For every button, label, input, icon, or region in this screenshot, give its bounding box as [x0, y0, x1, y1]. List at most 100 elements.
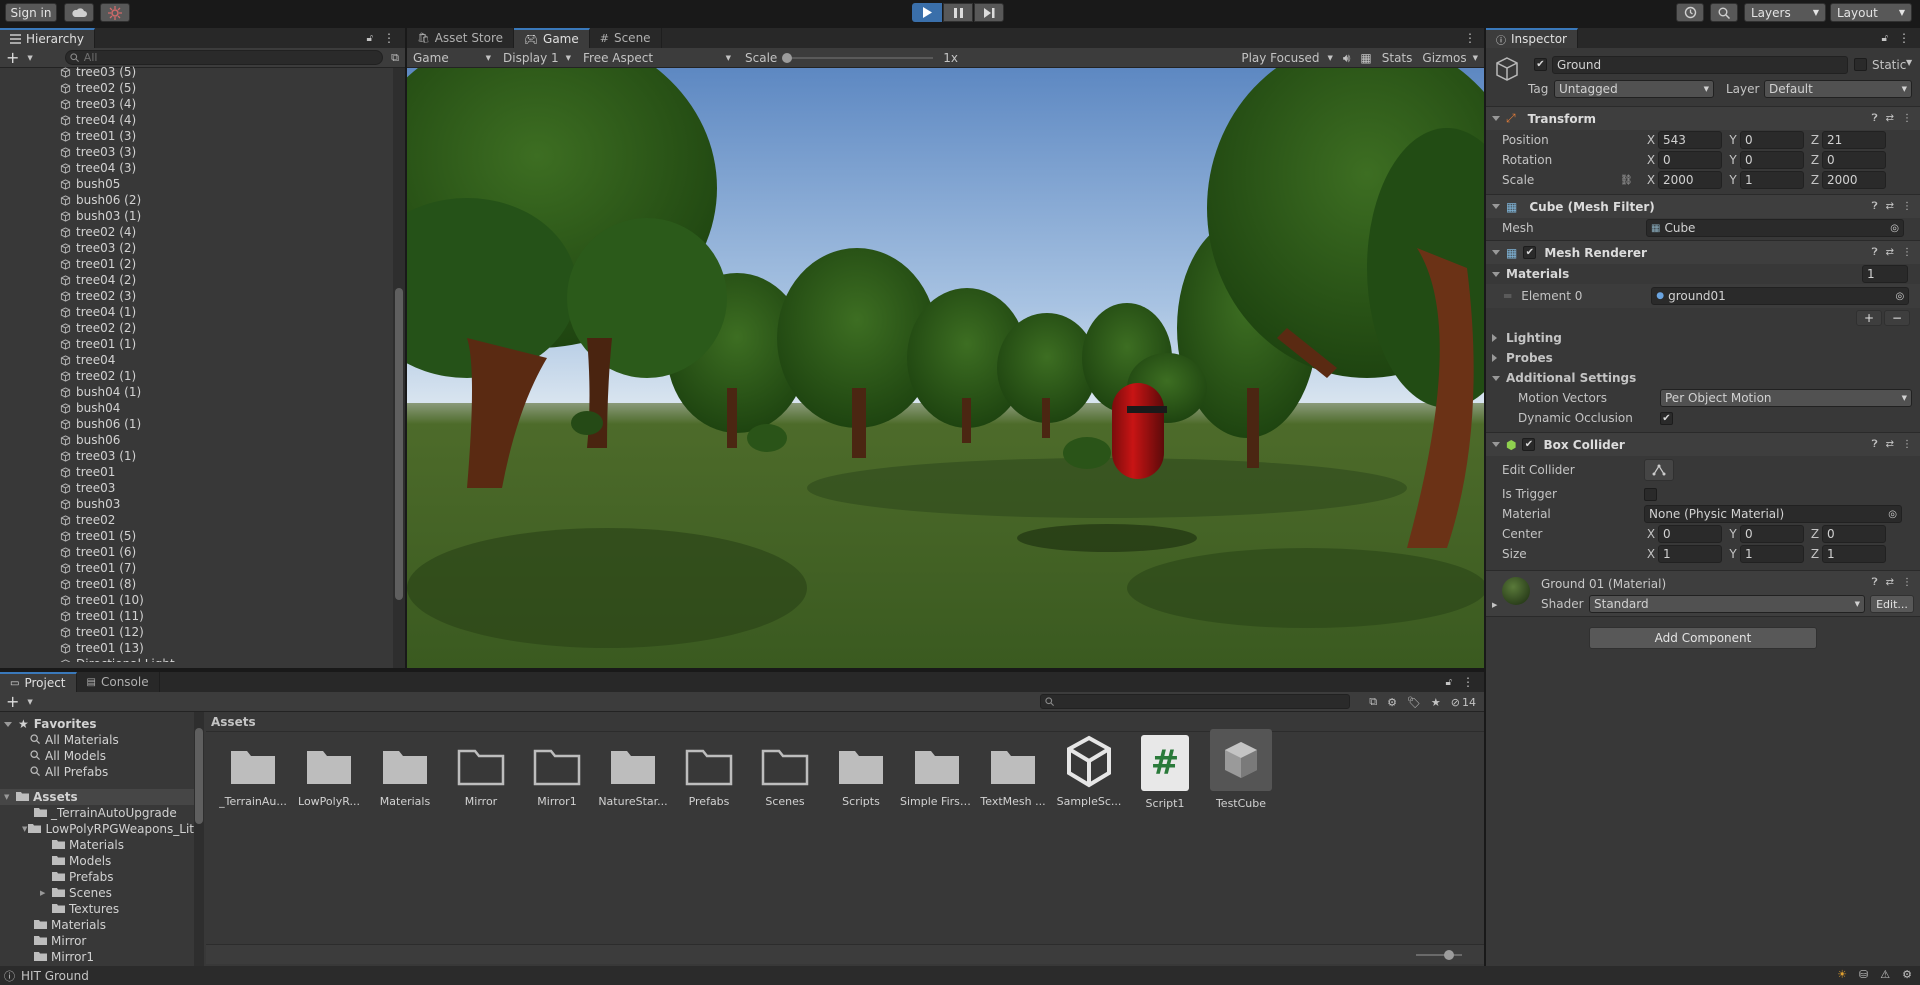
stats-grid-icon[interactable]: ▦: [1360, 51, 1371, 65]
expand-icon[interactable]: ▶: [40, 889, 52, 897]
additional-settings-foldout[interactable]: Additional Settings: [1486, 368, 1920, 388]
scroll-thumb[interactable]: [395, 288, 403, 600]
tab-game[interactable]: 🎮︎ Game: [514, 28, 590, 48]
favorite-item[interactable]: All Prefabs: [0, 764, 194, 780]
hierarchy-item[interactable]: Directional Light: [0, 656, 392, 662]
hierarchy-item[interactable]: tree02 (2): [0, 320, 392, 336]
gizmos-dropdown[interactable]: Gizmos ▼: [1422, 51, 1478, 65]
drag-handle-icon[interactable]: ═: [1504, 289, 1511, 303]
more-menu-icon[interactable]: ⋮: [1898, 31, 1910, 45]
folder-tree-item[interactable]: Materials: [0, 837, 194, 853]
more-menu-icon[interactable]: ⋮: [1462, 675, 1474, 689]
asset-item[interactable]: Scripts: [824, 745, 898, 808]
hierarchy-item[interactable]: tree01 (6): [0, 544, 392, 560]
active-checkbox[interactable]: ✔: [1534, 58, 1547, 71]
hierarchy-item[interactable]: tree03 (4): [0, 96, 392, 112]
hierarchy-item[interactable]: tree03 (3): [0, 144, 392, 160]
asset-item[interactable]: TestCube: [1204, 729, 1278, 810]
more-menu-icon[interactable]: ⋮: [383, 31, 395, 45]
object-picker-icon[interactable]: ◎: [1896, 291, 1905, 302]
component-actions[interactable]: ❓︎ ⇄ ⋮: [1872, 439, 1912, 450]
help-icon[interactable]: ❓︎: [1872, 247, 1878, 258]
hierarchy-item[interactable]: tree04 (1): [0, 304, 392, 320]
rotation-z-field[interactable]: 0: [1822, 151, 1886, 169]
hierarchy-item[interactable]: bush04 (1): [0, 384, 392, 400]
box-collider-header[interactable]: ⬢ ✔ Box Collider ❓︎ ⇄ ⋮: [1486, 432, 1920, 456]
display-dropdown[interactable]: Display 1 ▼: [497, 51, 577, 65]
lock-icon[interactable]: 🔓︎: [1882, 33, 1888, 44]
layer-dropdown[interactable]: Default ▼: [1764, 80, 1912, 98]
materials-row[interactable]: Materials 1: [1486, 264, 1920, 284]
view-mode-dropdown[interactable]: Game ▼: [407, 51, 497, 65]
hierarchy-item[interactable]: tree01 (3): [0, 128, 392, 144]
presets-icon[interactable]: ⇄: [1886, 247, 1894, 258]
chevron-down-icon[interactable]: ▼: [27, 54, 32, 62]
progress-icon[interactable]: ☀︎: [1837, 968, 1847, 981]
asset-item[interactable]: Simple First...: [900, 745, 974, 808]
size-z-field[interactable]: 1: [1822, 545, 1886, 563]
sign-in-button[interactable]: Sign in: [5, 3, 57, 22]
play-focused-dropdown[interactable]: Play Focused ▼: [1241, 51, 1333, 65]
shader-dropdown[interactable]: Standard ▼: [1589, 595, 1865, 613]
static-checkbox[interactable]: [1854, 58, 1867, 71]
collab-icon[interactable]: [100, 3, 130, 22]
history-icon[interactable]: [1676, 3, 1704, 22]
hierarchy-item[interactable]: tree01 (5): [0, 528, 392, 544]
add-component-button[interactable]: Add Component: [1589, 627, 1817, 649]
component-actions[interactable]: ❓︎ ⇄ ⋮: [1872, 577, 1912, 588]
filter-icon[interactable]: ⧉: [391, 51, 399, 65]
folder-tree-item[interactable]: Mirror1: [0, 949, 194, 965]
position-x-field[interactable]: 543: [1658, 131, 1722, 149]
lock-icon[interactable]: 🔓︎: [1446, 677, 1452, 688]
folder-tree-item[interactable]: _TerrainAutoUpgrade: [0, 805, 194, 821]
pause-button[interactable]: [943, 3, 973, 22]
more-menu-icon[interactable]: ⋮: [1902, 113, 1912, 124]
rotation-y-field[interactable]: 0: [1740, 151, 1804, 169]
help-icon[interactable]: ❓︎: [1872, 201, 1878, 212]
component-actions[interactable]: ❓︎ ⇄ ⋮: [1872, 113, 1912, 124]
icon-size-slider[interactable]: [1416, 950, 1462, 960]
asset-item[interactable]: Prefabs: [672, 745, 746, 808]
tab-scene[interactable]: # Scene: [589, 28, 662, 48]
motion-vectors-dropdown[interactable]: Per Object Motion ▼: [1660, 389, 1912, 407]
hierarchy-item[interactable]: tree01 (12): [0, 624, 392, 640]
layout-dropdown[interactable]: Layout ▼: [1830, 3, 1912, 22]
hierarchy-item[interactable]: tree02 (4): [0, 224, 392, 240]
folder-tree-item[interactable]: Mirror: [0, 933, 194, 949]
filter-type-icon[interactable]: ⚙︎: [1387, 696, 1397, 709]
cloud-icon[interactable]: [64, 3, 94, 22]
network-icon[interactable]: ⛁: [1859, 968, 1868, 981]
position-y-field[interactable]: 0: [1740, 131, 1804, 149]
folder-tree-item[interactable]: ▼ LowPolyRPGWeapons_Lit: [0, 821, 194, 837]
search-icon[interactable]: [1710, 3, 1738, 22]
element-field[interactable]: ● ground01 ◎: [1651, 287, 1910, 305]
play-button[interactable]: [912, 3, 942, 22]
debug-icon[interactable]: ⚠︎: [1880, 968, 1890, 981]
size-x-field[interactable]: 1: [1658, 545, 1722, 563]
presets-icon[interactable]: ⇄: [1886, 439, 1894, 450]
status-message[interactable]: HIT Ground: [21, 969, 89, 983]
probes-foldout[interactable]: Probes: [1486, 348, 1920, 368]
folder-tree-scrollbar[interactable]: [194, 712, 204, 966]
more-menu-icon[interactable]: ⋮: [1902, 439, 1912, 450]
hierarchy-item[interactable]: tree02 (5): [0, 80, 392, 96]
hierarchy-scrollbar[interactable]: [393, 68, 405, 668]
asset-item[interactable]: # Script1: [1128, 735, 1202, 810]
favorites-header[interactable]: ★ Favorites: [0, 716, 194, 732]
add-icon[interactable]: +: [6, 692, 19, 711]
box-collider-enabled-checkbox[interactable]: ✔: [1522, 438, 1536, 451]
hierarchy-item[interactable]: tree01 (2): [0, 256, 392, 272]
favorite-item[interactable]: All Materials: [0, 732, 194, 748]
rotation-x-field[interactable]: 0: [1658, 151, 1722, 169]
hierarchy-item[interactable]: tree02: [0, 512, 392, 528]
search-by-type-icon[interactable]: ⧉: [1369, 695, 1377, 709]
add-element-button[interactable]: +: [1856, 310, 1882, 326]
chevron-down-icon[interactable]: ▼: [27, 698, 32, 706]
hierarchy-item[interactable]: tree04 (3): [0, 160, 392, 176]
help-icon[interactable]: ❓︎: [1872, 113, 1878, 124]
asset-item[interactable]: Materials: [368, 745, 442, 808]
hierarchy-item[interactable]: bush06: [0, 432, 392, 448]
hierarchy-item[interactable]: tree03 (1): [0, 448, 392, 464]
lock-icon[interactable]: 🔓︎: [367, 33, 373, 44]
expand-icon[interactable]: ▶: [1492, 601, 1497, 609]
